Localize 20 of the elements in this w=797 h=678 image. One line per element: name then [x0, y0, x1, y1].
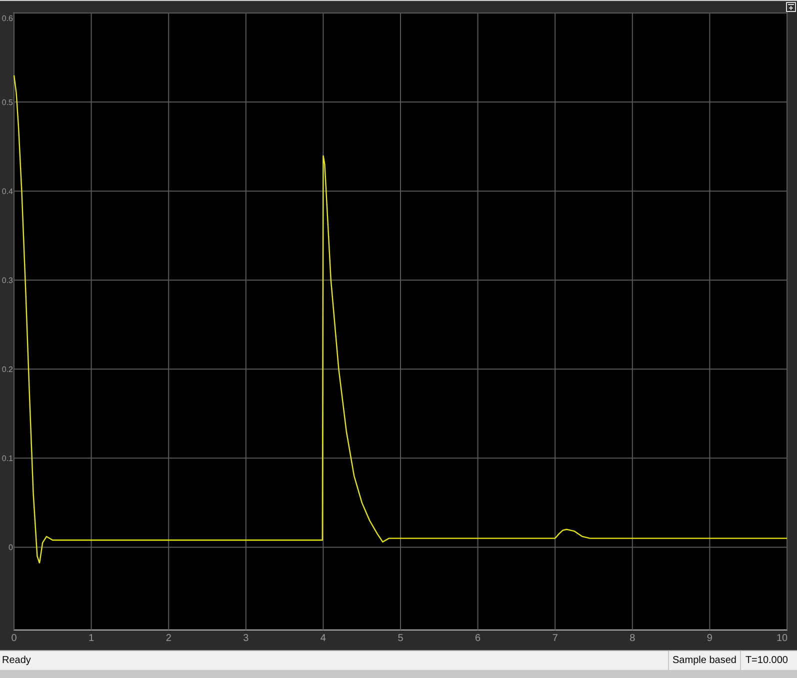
x-tick-label: 8	[630, 633, 636, 644]
x-tick-label: 2	[166, 633, 172, 644]
window-toggle-icon[interactable]	[786, 2, 796, 12]
x-tick-label: 4	[320, 633, 326, 644]
y-tick-label: 0.5	[2, 98, 13, 108]
x-tick-label: 6	[475, 633, 481, 644]
x-tick-label: 3	[243, 633, 249, 644]
x-tick-label: 10	[776, 633, 788, 644]
y-tick-label: 0.1	[2, 454, 13, 464]
y-tick-label: 0.2	[2, 365, 13, 374]
y-tick-label: 0	[8, 543, 13, 552]
x-tick-label: 9	[706, 633, 712, 644]
x-tick-label: 5	[398, 633, 404, 644]
x-tick-label: 1	[88, 633, 94, 644]
status-message: Ready	[1, 654, 32, 668]
y-tick-label: 0.6	[2, 14, 13, 23]
y-tick-label: 0.3	[2, 276, 13, 286]
x-tick-label: 0	[11, 633, 17, 644]
x-tick-label: 7	[552, 633, 558, 644]
y-tick-label: 0.4	[2, 187, 13, 196]
